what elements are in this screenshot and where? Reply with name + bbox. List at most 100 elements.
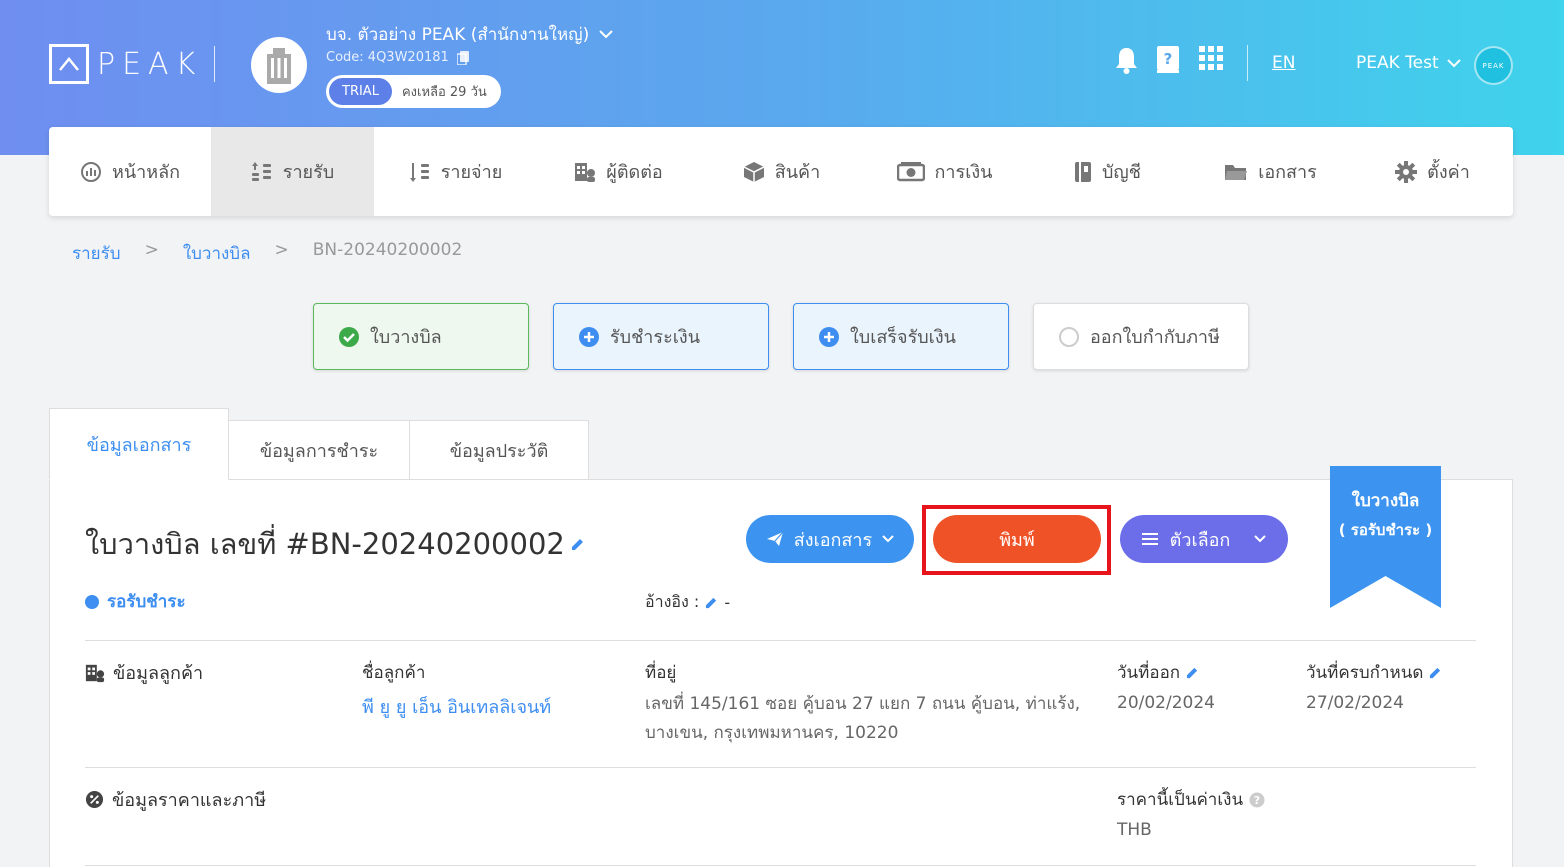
page-title: ใบวางบิล เลขที่ #BN-20240200002 bbox=[85, 521, 585, 567]
currency-value: THB bbox=[1117, 820, 1152, 840]
issue-date-label: วันที่ออก bbox=[1117, 659, 1199, 686]
currency-label-text: ราคานี้เป็นค่าเงิน bbox=[1117, 790, 1244, 810]
flow-step-label: รับชำระเงิน bbox=[610, 327, 700, 348]
pencil-icon[interactable] bbox=[1186, 666, 1199, 679]
due-date-label: วันที่ครบกำหนด bbox=[1306, 659, 1442, 686]
nav-label: ผู้ติดต่อ bbox=[606, 162, 663, 183]
trial-pill[interactable]: TRIAL คงเหลือ 29 วัน bbox=[326, 75, 501, 108]
company-name: บจ. ตัวอย่าง PEAK (สำนักงานใหญ่) bbox=[326, 25, 590, 45]
nav-label: รายรับ bbox=[282, 162, 335, 183]
flow-step-receipt[interactable]: ใบเสร็จรับเงิน bbox=[793, 303, 1009, 370]
issue-date-value: 20/02/2024 bbox=[1117, 693, 1215, 713]
help-book-icon[interactable]: ? bbox=[1156, 46, 1180, 74]
ribbon-title: ใบวางบิล bbox=[1351, 491, 1420, 511]
logo-mark-icon bbox=[49, 44, 89, 84]
chevron-down-icon bbox=[599, 30, 614, 39]
nav-item-products[interactable]: สินค้า bbox=[700, 127, 863, 216]
nav-item-income[interactable]: รายรับ bbox=[211, 127, 374, 216]
nav-item-documents[interactable]: เอกสาร bbox=[1189, 127, 1352, 216]
customer-name-label: ชื่อลูกค้า bbox=[362, 663, 426, 683]
pencil-icon[interactable] bbox=[571, 537, 585, 551]
contacts-icon bbox=[85, 664, 105, 682]
divider bbox=[85, 767, 1476, 768]
header-divider bbox=[214, 46, 215, 82]
print-button[interactable]: พิมพ์ bbox=[933, 515, 1101, 563]
send-label: ส่งเอกสาร bbox=[793, 529, 873, 551]
company-code: Code: 4Q3W20181 bbox=[326, 50, 469, 65]
svg-text:?: ? bbox=[1254, 794, 1260, 807]
tab-document-info[interactable]: ข้อมูลเอกสาร bbox=[49, 408, 229, 480]
nav-item-settings[interactable]: ตั้งค่า bbox=[1352, 127, 1513, 216]
plus-circle-icon bbox=[819, 326, 839, 347]
chevron-down-icon bbox=[1254, 535, 1267, 543]
percent-badge-icon bbox=[85, 790, 104, 809]
svg-text:?: ? bbox=[1164, 50, 1173, 68]
nav-label: เอกสาร bbox=[1258, 162, 1317, 183]
nav-item-finance[interactable]: การเงิน bbox=[863, 127, 1026, 216]
pricing-section-title: ข้อมูลราคาและภาษี bbox=[112, 790, 267, 811]
nav-item-contacts[interactable]: ผู้ติดต่อ bbox=[537, 127, 700, 216]
folder-icon bbox=[1225, 164, 1248, 180]
nav-label: หน้าหลัก bbox=[111, 162, 181, 183]
pencil-icon[interactable] bbox=[1429, 666, 1442, 679]
contacts-icon bbox=[575, 162, 596, 182]
flow-step-label: ใบวางบิล bbox=[370, 327, 442, 348]
building-icon bbox=[267, 48, 291, 84]
breadcrumb-income[interactable]: รายรับ bbox=[72, 240, 121, 267]
company-code-text: Code: 4Q3W20181 bbox=[326, 50, 449, 65]
breadcrumb: รายรับ > ใบวางบิล > BN-20240200002 bbox=[72, 240, 462, 267]
breadcrumb-current: BN-20240200002 bbox=[312, 240, 463, 260]
help-circle-icon[interactable]: ? bbox=[1249, 792, 1265, 808]
apps-grid-icon[interactable] bbox=[1199, 46, 1223, 70]
trial-badge: TRIAL bbox=[329, 78, 392, 105]
menu-icon bbox=[1141, 533, 1158, 545]
empty-circle-icon bbox=[1059, 326, 1079, 347]
flow-step-receive-payment[interactable]: รับชำระเงิน bbox=[553, 303, 769, 370]
trial-days: คงเหลือ 29 วัน bbox=[401, 85, 487, 100]
reference-label: อ้างอิง : bbox=[645, 592, 700, 611]
tab-history[interactable]: ข้อมูลประวัติ bbox=[410, 420, 589, 480]
currency-label: ราคานี้เป็นค่าเงิน ? bbox=[1117, 786, 1265, 813]
language-switch[interactable]: EN bbox=[1272, 53, 1295, 73]
nav-item-home[interactable]: หน้าหลัก bbox=[49, 127, 211, 216]
flow-step-label: ออกใบกำกับภาษี bbox=[1090, 327, 1220, 348]
header-divider bbox=[1247, 45, 1248, 81]
document-title: ใบวางบิล เลขที่ #BN-20240200002 bbox=[85, 527, 565, 561]
divider bbox=[85, 640, 1476, 641]
nav-label: รายจ่าย bbox=[440, 162, 503, 183]
options-button[interactable]: ตัวเลือก bbox=[1120, 515, 1288, 563]
pencil-icon[interactable] bbox=[705, 596, 718, 609]
send-document-button[interactable]: ส่งเอกสาร bbox=[746, 515, 914, 563]
document-tabs: ข้อมูลเอกสาร ข้อมูลการชำระ ข้อมูลประวัติ bbox=[49, 408, 589, 480]
user-avatar[interactable]: PEAK bbox=[1474, 46, 1513, 85]
chevron-down-icon bbox=[882, 535, 894, 543]
peak-logo[interactable]: PEAK bbox=[49, 44, 202, 84]
breadcrumb-billing-note[interactable]: ใบวางบิล bbox=[183, 240, 251, 267]
breadcrumb-separator: > bbox=[274, 240, 289, 260]
copy-icon[interactable] bbox=[456, 50, 469, 65]
options-label: ตัวเลือก bbox=[1169, 529, 1231, 551]
plus-circle-icon bbox=[579, 326, 599, 347]
flow-step-tax-invoice[interactable]: ออกใบกำกับภาษี bbox=[1033, 303, 1249, 370]
status-badge: รอรับชำระ bbox=[85, 588, 186, 615]
money-icon bbox=[896, 161, 925, 181]
nav-label: บัญชี bbox=[1102, 162, 1141, 183]
customer-section-title: ข้อมูลลูกค้า bbox=[113, 663, 204, 684]
gear-icon bbox=[1395, 160, 1418, 183]
customer-section-label: ข้อมูลลูกค้า bbox=[85, 658, 203, 687]
nav-item-accounting[interactable]: บัญชี bbox=[1026, 127, 1189, 216]
nav-label: การเงิน bbox=[934, 162, 993, 183]
bell-icon[interactable] bbox=[1114, 46, 1139, 74]
user-menu[interactable]: PEAK Test bbox=[1356, 53, 1461, 73]
breadcrumb-separator: > bbox=[144, 240, 159, 260]
tab-payment-info[interactable]: ข้อมูลการชำระ bbox=[229, 420, 410, 480]
nav-label: สินค้า bbox=[774, 162, 821, 183]
nav-item-expense[interactable]: รายจ่าย bbox=[374, 127, 537, 216]
flow-step-billing-note[interactable]: ใบวางบิล bbox=[313, 303, 529, 370]
due-date-value: 27/02/2024 bbox=[1306, 693, 1404, 713]
ribbon-status: ( รอรับชำระ ) bbox=[1338, 521, 1433, 539]
company-switcher[interactable]: บจ. ตัวอย่าง PEAK (สำนักงานใหญ่) bbox=[326, 21, 614, 48]
company-avatar[interactable] bbox=[251, 37, 307, 93]
logo-text: PEAK bbox=[97, 46, 203, 82]
customer-name-link[interactable]: พี ยู ยู เอ็น อินเทลลิเจนท์ bbox=[362, 692, 551, 721]
